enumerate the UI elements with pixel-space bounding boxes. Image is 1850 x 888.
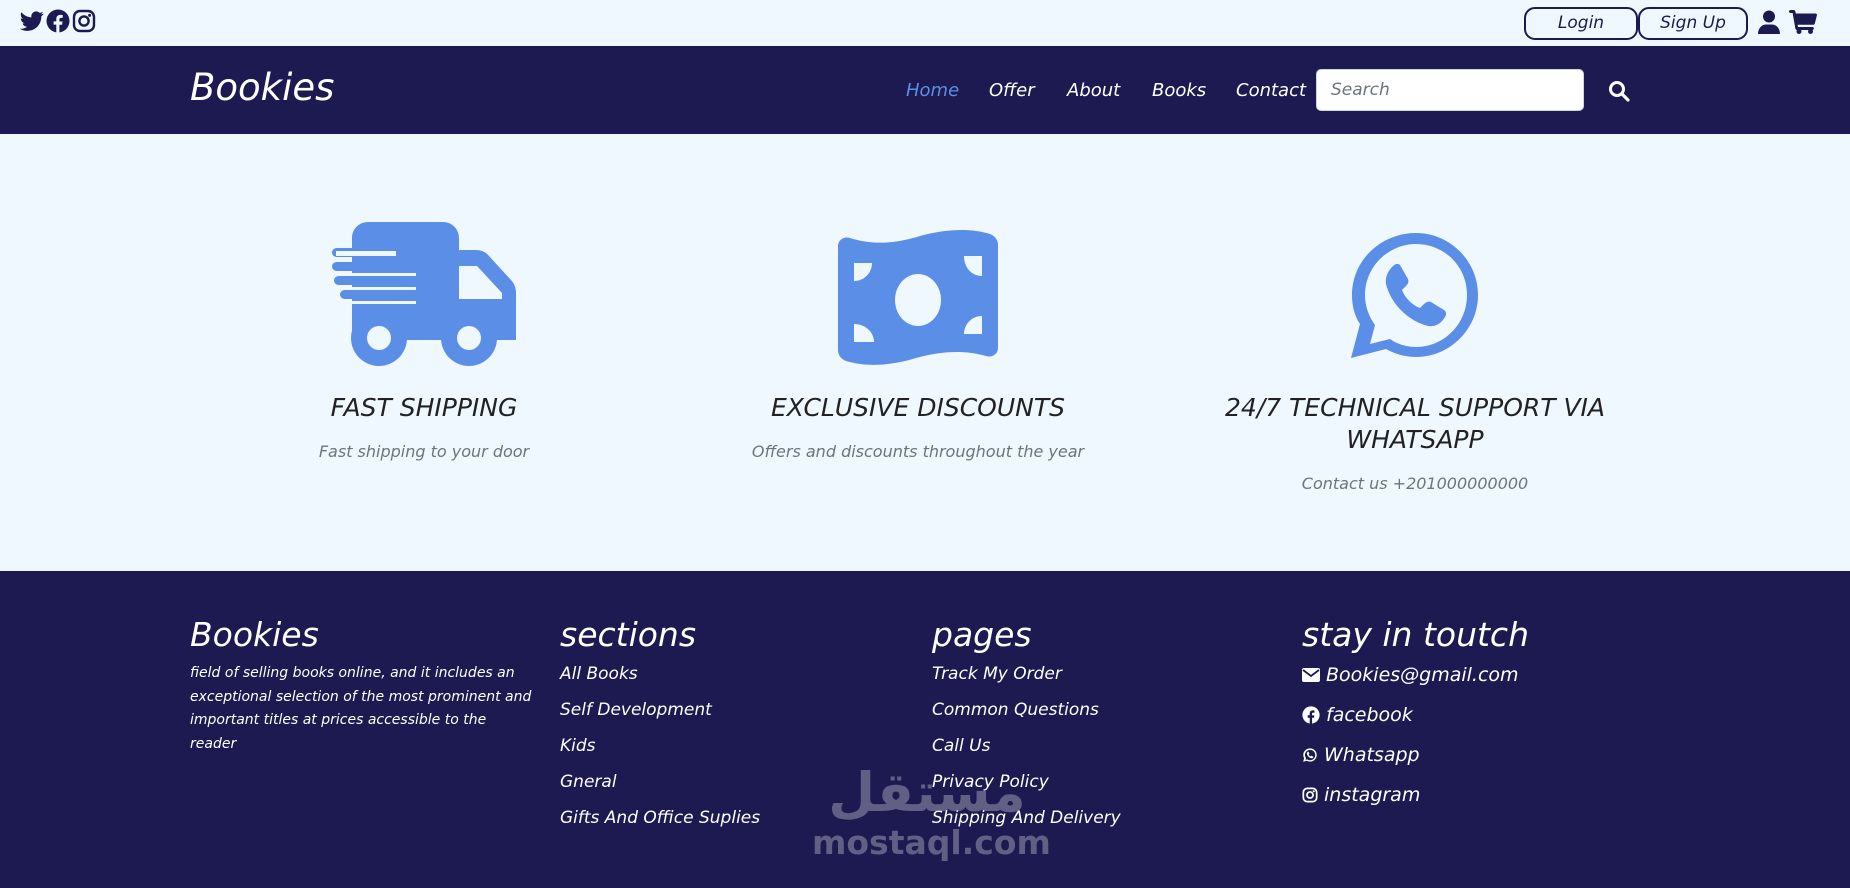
nav-link-contact[interactable]: Contact	[1236, 79, 1306, 103]
footer-link-call-us[interactable]: Call Us	[932, 735, 1121, 757]
money-bill-icon	[838, 230, 998, 365]
feature-exclusive-discounts: EXCLUSIVE DISCOUNTS Offers and discounts…	[708, 220, 1128, 463]
feature-fast-shipping: FAST SHIPPING Fast shipping to your door	[214, 220, 634, 463]
facebook-icon[interactable]	[46, 9, 70, 33]
navbar: Bookies Home Offer About Books Contact	[0, 46, 1850, 134]
whatsapp-icon	[1303, 748, 1317, 762]
footer-brand: Bookies	[190, 615, 319, 654]
footer-link-self-development[interactable]: Self Development	[560, 699, 760, 721]
feature-text: Offers and discounts throughout the year	[751, 442, 1085, 461]
cart-icon[interactable]	[1789, 10, 1817, 34]
feature-technical-support: 24/7 TECHNICAL SUPPORT VIA WHATSAPP Cont…	[1205, 220, 1625, 495]
contact-facebook-label: facebook	[1326, 704, 1413, 726]
footer-about: Bookies field of selling books online, a…	[190, 615, 535, 756]
footer-link-general[interactable]: Gneral	[560, 771, 760, 793]
footer-link-common-questions[interactable]: Common Questions	[932, 699, 1121, 721]
nav-link-about[interactable]: About	[1067, 79, 1120, 103]
contact-instagram-label: instagram	[1324, 784, 1421, 806]
footer-contact-heading: stay in toutch	[1302, 615, 1529, 654]
nav-link-offer[interactable]: Offer	[989, 79, 1035, 103]
footer-pages-heading: pages	[932, 615, 1032, 654]
facebook-icon	[1302, 706, 1320, 724]
envelope-icon	[1302, 668, 1320, 682]
twitter-icon[interactable]	[20, 9, 44, 33]
footer-link-gifts[interactable]: Gifts And Office Suplies	[560, 807, 760, 829]
instagram-icon[interactable]	[72, 9, 96, 33]
contact-whatsapp[interactable]: Whatsapp	[1302, 743, 1529, 767]
footer-description: field of selling books online, and it in…	[190, 665, 532, 752]
user-icon[interactable]	[1758, 10, 1780, 34]
contact-email[interactable]: Bookies@gmail.com	[1302, 663, 1529, 687]
feature-title: EXCLUSIVE DISCOUNTS	[770, 393, 1066, 422]
footer-sections-heading: sections	[560, 615, 697, 654]
footer-sections: sections All Books Self Development Kids…	[560, 615, 760, 829]
feature-title: FAST SHIPPING	[330, 393, 518, 422]
search-input[interactable]	[1316, 69, 1584, 111]
contact-email-label: Bookies@gmail.com	[1326, 664, 1519, 686]
magnifier-icon[interactable]	[1608, 80, 1630, 102]
top-bar: Login Sign Up	[0, 0, 1850, 46]
contact-instagram[interactable]: instagram	[1302, 783, 1529, 807]
contact-facebook[interactable]: facebook	[1302, 703, 1529, 727]
login-button[interactable]: Login	[1524, 7, 1638, 40]
nav-link-home[interactable]: Home	[906, 79, 959, 103]
watermark-latin: mostaql.com	[812, 823, 1051, 862]
watermark-arabic: مستقل	[828, 761, 1026, 824]
footer-link-all-books[interactable]: All Books	[560, 663, 760, 685]
instagram-icon	[1302, 787, 1318, 803]
whatsapp-icon	[1351, 233, 1478, 358]
footer-contact: stay in toutch Bookies@gmail.com faceboo…	[1302, 615, 1529, 807]
feature-text: Contact us +201000000000	[1301, 474, 1529, 493]
feature-text: Fast shipping to your door	[318, 442, 530, 461]
contact-whatsapp-label: Whatsapp	[1324, 744, 1420, 766]
footer-link-track-order[interactable]: Track My Order	[932, 663, 1121, 685]
footer-link-kids[interactable]: Kids	[560, 735, 760, 757]
mostaql-watermark: مستقل mostaql.com	[812, 761, 1051, 872]
nav-link-books[interactable]: Books	[1152, 79, 1206, 103]
feature-title: 24/7 TECHNICAL SUPPORT VIA WHATSAPP	[1224, 393, 1606, 454]
signup-button[interactable]: Sign Up	[1638, 7, 1748, 40]
truck-icon	[332, 222, 516, 366]
brand-logo[interactable]: Bookies	[190, 66, 334, 110]
